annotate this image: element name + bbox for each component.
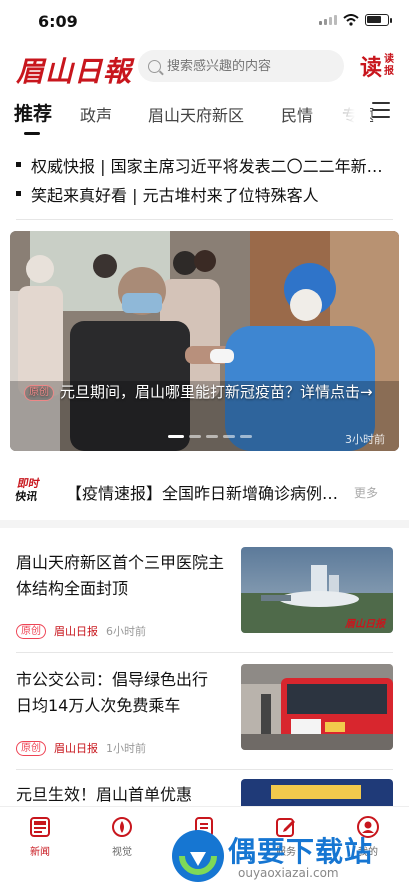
channel-tabs: 推荐 政声 眉山天府新区 民情 专题 <box>0 96 409 136</box>
thumbnail-watermark: 眉山日报 <box>344 618 387 630</box>
bullet-icon <box>16 162 21 167</box>
search-icon <box>148 59 161 73</box>
battery-icon <box>365 14 392 26</box>
article-card[interactable]: 眉山天府新区首个三甲医院主体结构全面封顶 原创 眉山日报 6小时前 眉山日报 <box>16 547 393 660</box>
headline-item[interactable]: 权威快报 | 国家主席习近平将发表二〇二二年新年贺词 <box>16 150 396 179</box>
more-link[interactable]: 更多 <box>354 484 378 501</box>
wifi-icon <box>343 14 359 26</box>
article-time: 6小时前 <box>106 625 146 638</box>
banner-title: 元旦期间，眉山哪里能打新冠疫苗？详情点击→ <box>60 383 373 401</box>
article-thumbnail <box>241 664 393 750</box>
search-input[interactable] <box>167 58 327 74</box>
headline-item[interactable]: 笑起来真好看 | 元古堆村来了位特殊客人 <box>16 179 396 208</box>
menu-icon[interactable] <box>372 102 390 118</box>
banner-time: 3小时前 <box>345 433 385 446</box>
article-title: 眉山天府新区首个三甲医院主体结构全面封顶 <box>16 553 225 598</box>
article-meta: 原创 眉山日报 6小时前 <box>16 623 146 639</box>
tab-public-opinion[interactable]: 民情 <box>281 102 313 126</box>
article-meta: 原创 眉山日报 1小时前 <box>16 740 146 756</box>
tab-fade <box>320 96 370 132</box>
headline-text: 权威快报 | 国家主席习近平将发表二〇二二年新年贺词 <box>31 156 396 176</box>
status-icons <box>319 14 392 26</box>
tabbar-label: 新闻 <box>30 847 50 858</box>
banner-caption: 原创 元旦期间，眉山哪里能打新冠疫苗？详情点击→ <box>24 381 386 403</box>
tabbar-news[interactable]: 新闻 <box>10 815 70 858</box>
original-badge: 原创 <box>24 385 54 401</box>
flash-news-logo: 即时 快讯 <box>14 477 41 503</box>
tabbar-label: 视觉 <box>112 847 132 858</box>
section-separator <box>0 520 409 528</box>
active-tab-indicator <box>24 132 40 135</box>
tab-tianfu-new-area[interactable]: 眉山天府新区 <box>148 102 244 126</box>
read-paper-glyph: 读 <box>360 55 383 81</box>
carousel-dot <box>240 435 252 438</box>
article-card[interactable]: 市公交公司：倡导绿色出行 日均14万人次免费乘车 原创 眉山日报 1小时前 <box>16 664 393 777</box>
eye-icon <box>112 817 132 837</box>
tab-politics[interactable]: 政声 <box>80 102 112 126</box>
carousel-indicator <box>168 435 252 438</box>
original-badge: 原创 <box>16 623 46 639</box>
carousel-dot <box>206 435 218 438</box>
article-source: 眉山日报 <box>54 742 98 755</box>
article-time: 1小时前 <box>106 742 146 755</box>
bullet-icon <box>16 191 21 196</box>
article-title: 市公交公司：倡导绿色出行 日均14万人次免费乘车 <box>16 670 209 715</box>
signal-icon <box>319 15 337 25</box>
watermark-text: 偶要下载站 <box>228 835 374 868</box>
app-logo: 眉山日報 <box>16 55 133 88</box>
status-bar: 6:09 <box>0 0 409 44</box>
headline-list: 权威快报 | 国家主席习近平将发表二〇二二年新年贺词 笑起来真好看 | 元古堆村… <box>16 150 396 208</box>
read-paper-button[interactable]: 读 读 报 <box>360 50 394 82</box>
divider <box>16 769 393 770</box>
app-header: 眉山日報 读 读 报 <box>0 44 409 90</box>
divider <box>16 652 393 653</box>
article-source: 眉山日报 <box>54 625 98 638</box>
divider <box>16 219 393 220</box>
status-time: 6:09 <box>38 12 78 31</box>
article-thumbnail: 眉山日报 <box>241 547 393 633</box>
banner-carousel[interactable]: 原创 元旦期间，眉山哪里能打新冠疫苗？详情点击→ 3小时前 <box>10 231 399 451</box>
original-badge: 原创 <box>16 740 46 756</box>
watermark-url: ouyaoxiazai.com <box>238 866 339 880</box>
article-title: 元旦生效！眉山首单优惠 <box>16 785 193 804</box>
tabbar-visual[interactable]: 视觉 <box>92 815 152 858</box>
read-paper-label: 读 报 <box>384 54 395 77</box>
carousel-dot <box>168 435 184 438</box>
newspaper-icon <box>30 817 50 837</box>
flash-news-bar[interactable]: 即时 快讯 【疫情速报】全国昨日新增确诊病例通报 更多 <box>14 474 396 510</box>
site-watermark: 偶要下载站 ouyaoxiazai.com <box>168 826 408 886</box>
flash-news-text: 【疫情速报】全国昨日新增确诊病例通报 <box>66 484 346 503</box>
headline-text: 笑起来真好看 | 元古堆村来了位特殊客人 <box>31 185 319 205</box>
tab-recommend[interactable]: 推荐 <box>14 99 52 126</box>
search-bar[interactable] <box>138 50 344 82</box>
carousel-dot <box>189 435 201 438</box>
carousel-dot <box>223 435 235 438</box>
watermark-logo-icon <box>172 830 224 882</box>
banner-image <box>10 231 399 451</box>
